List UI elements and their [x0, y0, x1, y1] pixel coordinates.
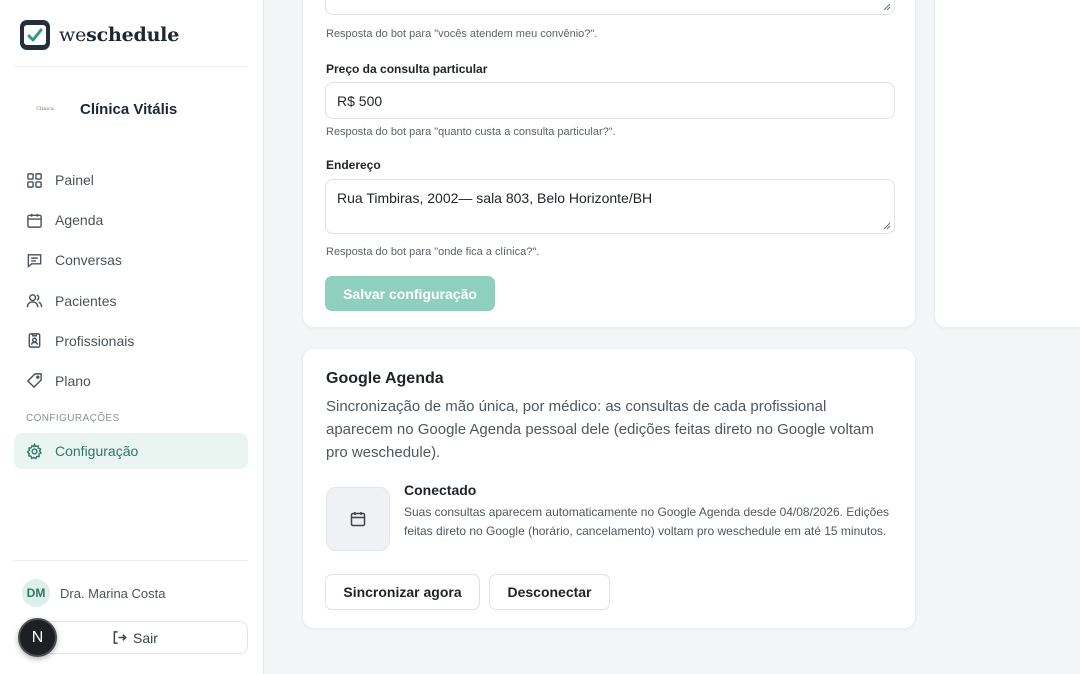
- clinic-header: Clínica Clínica Vitális: [30, 98, 177, 120]
- brand-name: weschedule: [59, 24, 180, 46]
- current-user: DM Dra. Marina Costa: [22, 579, 165, 607]
- divider: [14, 66, 248, 67]
- google-status: Conectado: [404, 482, 477, 498]
- brand[interactable]: weschedule: [20, 20, 179, 50]
- save-config-button[interactable]: Salvar configuração: [325, 276, 495, 311]
- sidebar-item-label: Plano: [55, 372, 91, 389]
- address-field[interactable]: Rua Timbiras, 2002— sala 803, Belo Horiz…: [325, 179, 895, 234]
- clinic-logo: Clínica: [36, 106, 54, 112]
- resize-handle-icon[interactable]: [883, 222, 891, 230]
- google-description: Sincronização de mão única, por médico: …: [326, 398, 874, 461]
- disconnect-button[interactable]: Desconectar: [489, 574, 610, 610]
- address-label: Endereço: [326, 158, 381, 172]
- users-icon: [26, 294, 43, 308]
- sidebar-item-label: Conversas: [55, 252, 122, 269]
- dashboard-icon: [27, 172, 42, 188]
- sidebar-item-label: Agenda: [55, 212, 104, 229]
- sidebar-item-pacientes[interactable]: Pacientes: [14, 283, 248, 319]
- sidebar-item-label: Configuração: [55, 443, 139, 460]
- price-label: Preço da consulta particular: [326, 62, 488, 76]
- address-helper: Resposta do bot para "onde fica a clínic…: [326, 246, 540, 258]
- side-card: [934, 0, 1080, 328]
- divider: [14, 560, 248, 561]
- gear-icon: [26, 442, 43, 460]
- sidebar-item-label: Profissionais: [55, 332, 135, 349]
- insurance-helper: Resposta do bot para "vocês atendem meu …: [326, 28, 598, 40]
- resize-handle-icon[interactable]: [883, 3, 891, 11]
- logout-label: Sair: [133, 629, 158, 646]
- dev-badge[interactable]: N: [18, 618, 57, 657]
- badge-icon: [28, 333, 41, 349]
- calendar-icon: [27, 213, 42, 228]
- chat-icon: [27, 254, 42, 269]
- price-helper: Resposta do bot para "quanto custa a con…: [326, 126, 616, 138]
- address-value: Rua Timbiras, 2002— sala 803, Belo Horiz…: [337, 190, 653, 206]
- sidebar-item-agenda[interactable]: Agenda: [14, 202, 248, 238]
- bot-settings-card: Resposta do bot para "vocês atendem meu …: [302, 0, 916, 328]
- sidebar-nav: Painel Agenda Conversas Pacientes Profis…: [14, 162, 248, 473]
- sidebar: weschedule Clínica Clínica Vitális Paine…: [0, 0, 264, 674]
- sidebar-item-label: Painel: [55, 172, 94, 188]
- nav-section-label: CONFIGURAÇÕES: [26, 412, 120, 424]
- sidebar-item-plano[interactable]: Plano: [14, 363, 248, 399]
- sidebar-item-conversas[interactable]: Conversas: [14, 242, 248, 278]
- sidebar-item-profissionais[interactable]: Profissionais: [14, 323, 248, 359]
- insurance-field[interactable]: [325, 0, 895, 15]
- user-name: Dra. Marina Costa: [60, 585, 166, 601]
- calendar-icon: [350, 512, 366, 527]
- google-title: Google Agenda: [326, 370, 444, 387]
- sync-now-button[interactable]: Sincronizar agora: [325, 574, 480, 610]
- sidebar-item-painel[interactable]: Painel: [14, 162, 248, 198]
- calendar-icon-box: [326, 487, 390, 551]
- tag-icon: [26, 373, 42, 389]
- clinic-name: Clínica Vitális: [80, 100, 178, 118]
- logout-icon: [113, 631, 127, 644]
- avatar: DM: [22, 579, 50, 607]
- brand-logo-icon: [20, 20, 50, 50]
- google-calendar-card: Google Agenda Sincronização de mão única…: [302, 348, 916, 629]
- sidebar-item-configuracao[interactable]: Configuração: [14, 433, 248, 470]
- google-status-detail: Suas consultas aparecem automaticamente …: [404, 505, 889, 538]
- price-input[interactable]: R$ 500: [325, 82, 895, 119]
- sidebar-item-label: Pacientes: [55, 292, 117, 309]
